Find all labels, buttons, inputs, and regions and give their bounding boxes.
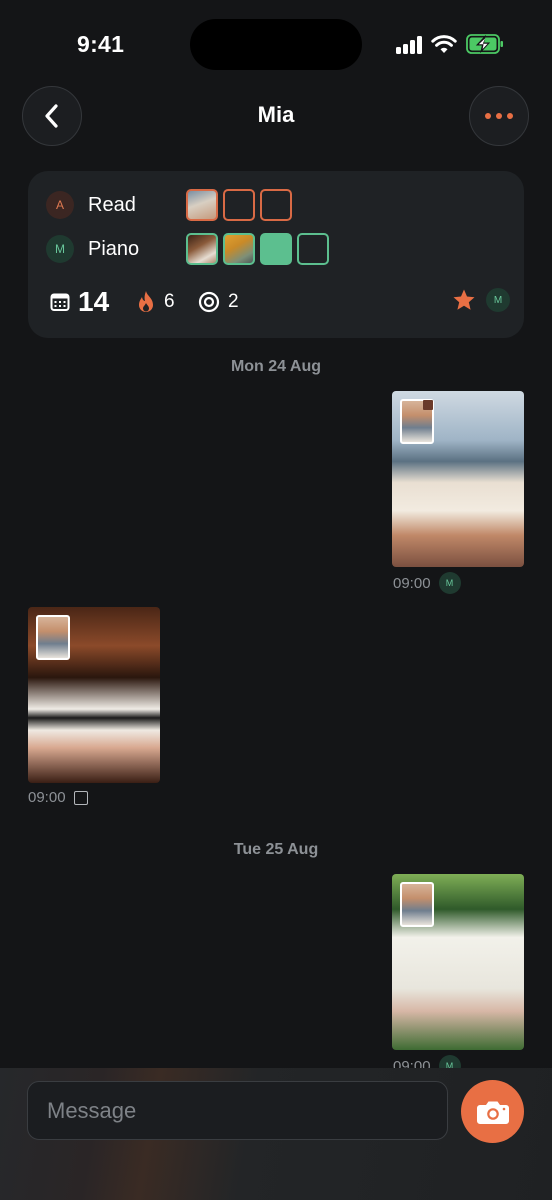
message-meta: 09:00: [28, 789, 88, 806]
photo-message[interactable]: [392, 874, 524, 1050]
cellular-signal-icon: [396, 35, 424, 54]
star-icon: [453, 289, 475, 310]
avatar: M: [438, 572, 461, 594]
goal-count: 2: [228, 291, 239, 312]
battery-charging-icon: [466, 34, 503, 54]
habit-summary-card[interactable]: A Read M Piano 14 6 2 M: [28, 171, 524, 338]
habit-day-photo[interactable]: [186, 189, 218, 221]
message-time: 09:00: [28, 789, 66, 806]
thumbnail-badge: [423, 400, 433, 410]
habit-name: Piano: [88, 237, 140, 260]
partner-indicator: M: [452, 288, 510, 312]
avatar: A: [46, 191, 74, 219]
message-time: 09:00: [393, 574, 431, 592]
habit-day-done[interactable]: [260, 233, 292, 265]
avatar: M: [486, 288, 510, 312]
streak-count: 6: [164, 291, 175, 312]
date-separator: Tue 25 Aug: [233, 841, 319, 858]
dynamic-island: [190, 19, 362, 70]
more-options-button[interactable]: [469, 86, 529, 146]
message-meta: 09:00 M: [393, 572, 461, 594]
habit-day-empty[interactable]: [297, 233, 329, 265]
more-dots-icon: [485, 113, 513, 119]
fire-icon: [139, 291, 153, 312]
status-bar: 9:41: [0, 0, 552, 90]
goal-stat: 2: [198, 284, 239, 320]
habit-row-piano[interactable]: M Piano: [46, 232, 329, 266]
days-count: 14: [78, 286, 110, 317]
habit-name: Read: [88, 193, 136, 216]
habit-day-empty[interactable]: [223, 189, 255, 221]
habit-day-empty[interactable]: [260, 189, 292, 221]
photo-message[interactable]: [392, 391, 524, 567]
status-time: 9:41: [77, 31, 125, 57]
avatar: M: [46, 235, 74, 263]
selfie-thumbnail[interactable]: [400, 399, 434, 444]
days-stat: 14: [50, 284, 109, 320]
target-icon: [198, 291, 220, 313]
habit-day-photo[interactable]: [223, 233, 255, 265]
streak-stat: 6: [136, 284, 175, 320]
camera-icon: [476, 1101, 509, 1124]
calendar-icon: [50, 293, 70, 311]
photo-message[interactable]: [28, 607, 160, 783]
camera-button[interactable]: [461, 1080, 524, 1143]
wifi-icon: [431, 35, 457, 53]
message-input[interactable]: [27, 1081, 448, 1140]
checkbox-icon[interactable]: [73, 790, 88, 805]
habit-row-read[interactable]: A Read: [46, 188, 292, 222]
stats-row: 14 6 2 M: [50, 284, 510, 320]
habit-progress-boxes: [186, 189, 292, 221]
date-separator: Mon 24 Aug: [230, 358, 322, 375]
habit-day-photo[interactable]: [186, 233, 218, 265]
selfie-thumbnail[interactable]: [36, 615, 70, 660]
habit-progress-boxes: [186, 233, 329, 265]
selfie-thumbnail[interactable]: [400, 882, 434, 927]
